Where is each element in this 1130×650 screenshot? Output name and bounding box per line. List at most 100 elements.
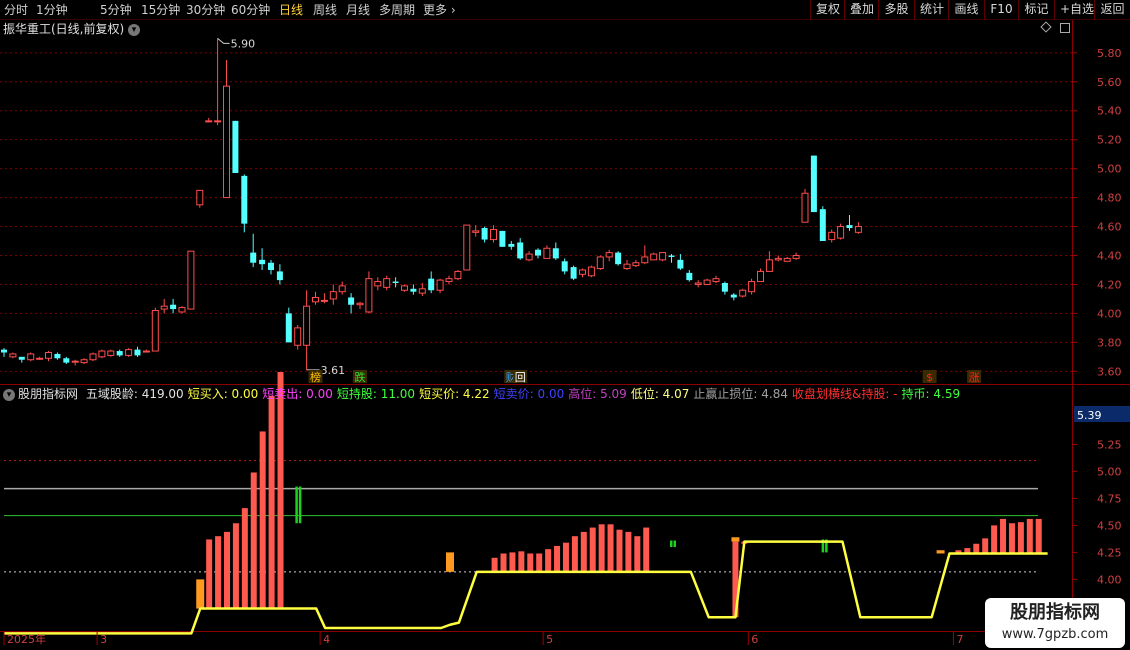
candle-body [846,225,853,228]
candle-body [276,271,283,281]
candle-body [721,283,728,292]
kline-chart[interactable]: 5.80 5.60 5.40 5.20 5.00 4.80 4.60 4.40 4.20 4.00… [0,0,1130,650]
candle-body [107,350,115,356]
indicator-name[interactable]: 股朋指标网 [18,387,78,401]
buy-signal-mark [196,579,205,609]
candle-body [241,175,248,224]
candle-body [686,272,693,281]
candle-body [623,263,631,270]
candle-body [792,254,800,259]
indicator-value-item: 短持股: 11.00 [336,387,416,401]
candle-body [712,278,720,283]
indicator-value-item: 五域股龄: 419.00 [85,387,184,401]
candle-body [259,259,266,265]
indicator-bar [1017,522,1024,554]
indicator-value-item: 短买入: 0.00 [187,387,259,401]
indicator-bar [232,523,239,609]
candle-body [819,209,826,242]
candle-body [268,262,274,270]
price-axis: 5.80 5.60 5.40 5.20 5.00 4.80 4.60 4.40 4.20 4.00… [1072,47,1122,378]
price-tick-label: 4.60 [1097,221,1122,234]
indicator-values: 五域股龄: 419.00 短买入: 0.00 短卖出: 0.00 短持股: 11.00… [86,387,964,401]
candle-body [205,120,213,123]
candlesticks [1,38,862,370]
indicator-bar [973,543,980,554]
candle-body [348,297,355,305]
candle-body [18,356,25,360]
candle-body [410,288,417,292]
candle-body [543,247,551,259]
candle-body [27,353,35,361]
candle-body [579,269,586,275]
candle-body [739,289,747,297]
indicator-value-item: 持币: 4.59 [901,387,961,401]
candle-body [659,252,667,261]
price-grid [0,52,1072,372]
candle-body [801,192,809,223]
candle-body [294,327,302,346]
buy-signal-mark [936,550,945,554]
indicator-bar [241,508,248,609]
watermark-url: www.7gpzb.com [1001,627,1109,642]
buy-signal-mark [446,552,454,572]
candle-body [250,252,257,263]
price-annotations: 5.90 3.61 [217,37,345,377]
sell-signal-mark [298,486,302,524]
candle-body [89,353,97,361]
candle-body [285,313,292,343]
price-tick-label: 4.00 [1097,307,1122,320]
event-marker: 涨 [969,371,980,384]
candle-body [517,242,524,259]
indicator-bar [500,553,507,572]
candle-body [535,249,541,256]
time-tick-label: 6 [751,633,758,646]
collapse-icon[interactable]: ▾ [3,388,15,401]
indicator-axis: 5.39 5.25 5.00 4.75 4.50 4.25 4.00 [1072,409,1122,586]
candle-body [151,310,159,352]
high-label: 5.90 [231,37,256,50]
candle-body [490,228,497,241]
candle-body [383,278,391,288]
candle-body [837,226,845,239]
indicator-tick-label: 5.00 [1097,465,1122,478]
candle-body [142,350,150,353]
event-marker: $ [926,371,933,384]
candle-body [214,120,222,123]
indicator-tick-label: 4.75 [1097,492,1122,505]
candle-body [694,282,702,285]
candle-body [356,302,364,306]
indicator-signal-marks [196,486,945,609]
indicator-bar [206,539,213,609]
candle-body [178,307,186,313]
price-tick-label: 5.00 [1097,163,1122,176]
candle-body [454,270,462,280]
candle-body [134,349,141,356]
time-tick-label: 2025年 [7,632,46,646]
candle-body [80,359,88,364]
indicator-bar [250,472,257,609]
indicator-bar [536,553,543,572]
event-marker: 跌 [355,370,366,384]
price-tick-label: 3.80 [1097,336,1122,349]
high-arrow [217,37,230,44]
price-tick-label: 3.60 [1097,365,1122,378]
indicator-header: ▾ 股朋指标网 五域股龄: 419.00 短买入: 0.00 短卖出: 0.00 短持股… [3,386,968,402]
indicator-tick-label: 5.25 [1097,438,1122,451]
indicator-tick-label: 4.25 [1097,546,1122,559]
candle-body [98,350,106,358]
candle-body [71,360,79,363]
candle-body [196,189,204,206]
time-tick-label: 7 [956,633,963,646]
indicator-bar [1035,518,1042,554]
candle-body [561,261,568,272]
indicator-bar [991,525,998,554]
holding-line [4,540,1048,635]
candle-body [587,266,595,277]
indicator-value-item: 短卖价: 0.00 [493,387,565,401]
candle-body [615,252,622,265]
sell-signal-mark [295,486,298,524]
candle-body [232,120,239,173]
time-tick-label: 4 [323,633,330,646]
candle-body [338,285,346,293]
candle-body [463,224,471,271]
